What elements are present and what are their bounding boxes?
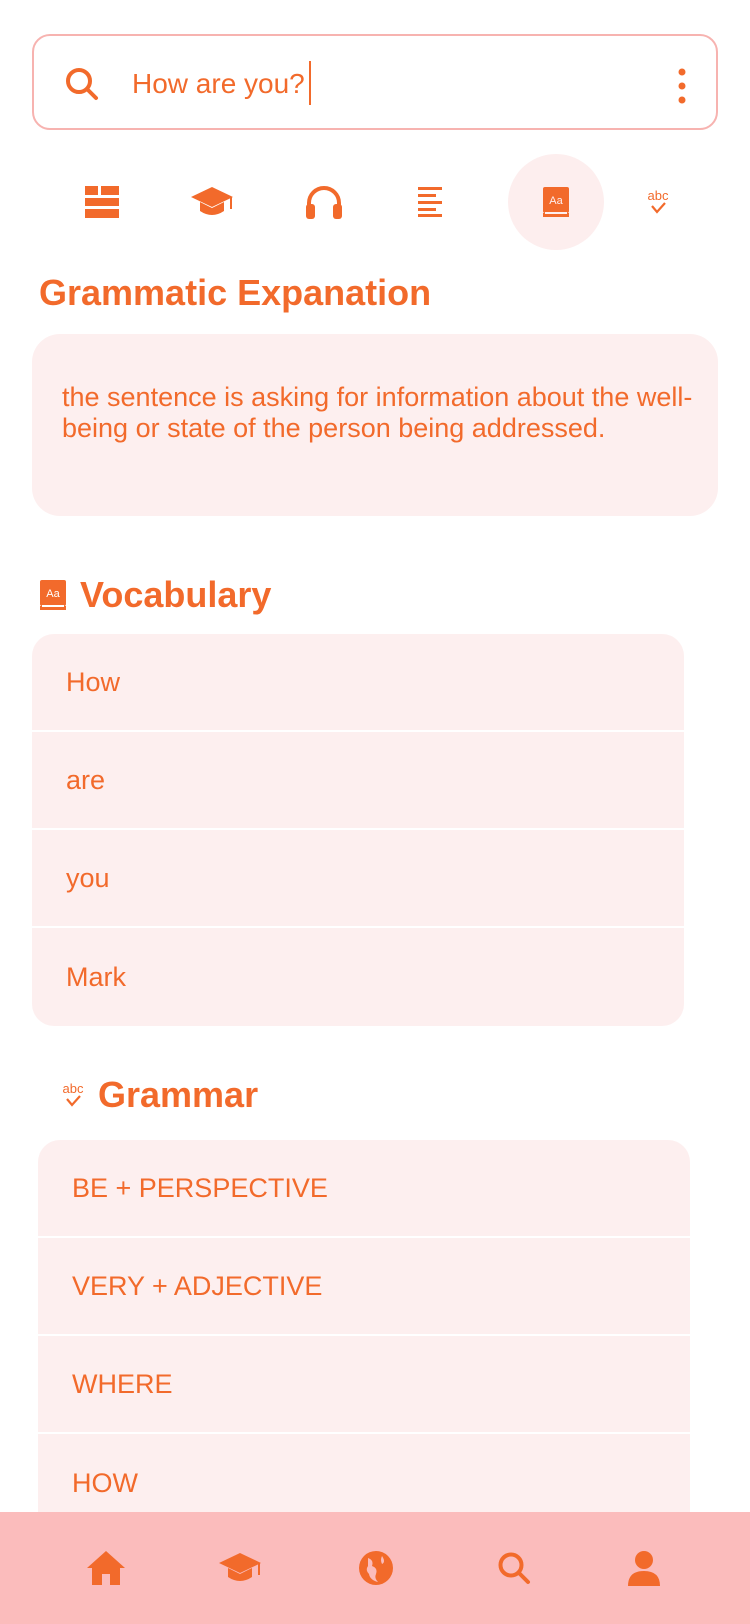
tab-text[interactable] <box>384 154 480 250</box>
grammar-item[interactable]: BE + PERSPECTIVE <box>38 1140 690 1238</box>
svg-text:Aa: Aa <box>549 195 563 207</box>
nav-search[interactable] <box>490 1544 538 1592</box>
grammar-header: abc Grammar <box>58 1074 259 1116</box>
vocabulary-title: Vocabulary <box>80 574 272 615</box>
vocabulary-item[interactable]: are <box>32 732 684 830</box>
tab-spellcheck[interactable]: abc <box>610 154 706 250</box>
grammar-list: BE + PERSPECTIVE VERY + ADJECTIVE WHERE … <box>38 1140 690 1532</box>
bottom-navigation <box>0 1512 750 1624</box>
align-left-icon <box>418 187 442 217</box>
grid-icon <box>85 186 119 218</box>
feature-tabs: Aa abc <box>54 154 714 250</box>
grammar-item[interactable]: WHERE <box>38 1336 690 1434</box>
spellcheck-icon: abc <box>648 188 669 214</box>
vocabulary-item[interactable]: How <box>32 634 684 732</box>
svg-text:abc: abc <box>63 1081 84 1096</box>
vocabulary-item[interactable]: Mark <box>32 928 684 1026</box>
tab-dashboard[interactable] <box>54 154 150 250</box>
vocabulary-item[interactable]: you <box>32 830 684 928</box>
globe-icon <box>359 1551 393 1585</box>
grammar-title: Grammar <box>98 1074 259 1115</box>
graduation-cap-icon <box>219 1553 261 1581</box>
headphones-icon <box>306 186 342 219</box>
search-icon <box>498 1552 530 1584</box>
tab-listen[interactable] <box>276 154 372 250</box>
dictionary-icon: Aa <box>543 187 569 217</box>
svg-text:abc: abc <box>648 188 669 203</box>
tab-learn[interactable] <box>164 154 260 250</box>
vocabulary-header: Aa Vocabulary <box>40 574 271 616</box>
search-icon[interactable] <box>64 66 100 102</box>
explanation-text: the sentence is asking for information a… <box>62 382 693 443</box>
tab-dictionary[interactable]: Aa <box>508 154 604 250</box>
dictionary-icon: Aa <box>40 580 66 610</box>
explanation-card: the sentence is asking for information a… <box>32 334 718 516</box>
svg-text:Aa: Aa <box>46 588 60 600</box>
nav-home[interactable] <box>82 1544 130 1592</box>
nav-profile[interactable] <box>620 1544 668 1592</box>
text-caret <box>308 60 311 105</box>
spellcheck-icon: abc <box>63 1081 84 1107</box>
more-vertical-icon[interactable] <box>676 68 688 104</box>
user-icon <box>628 1551 660 1586</box>
graduation-cap-icon <box>191 187 233 215</box>
grammar-item[interactable]: VERY + ADJECTIVE <box>38 1238 690 1336</box>
nav-explore[interactable] <box>352 1544 400 1592</box>
vocabulary-list: How are you Mark <box>32 634 684 1026</box>
explanation-title: Grammatic Expanation <box>39 272 432 313</box>
search-input[interactable]: How are you? <box>132 60 311 105</box>
search-bar[interactable]: How are you? <box>32 34 718 130</box>
search-input-value: How are you? <box>132 68 305 99</box>
home-icon <box>87 1551 125 1585</box>
nav-learn[interactable] <box>216 1544 264 1592</box>
